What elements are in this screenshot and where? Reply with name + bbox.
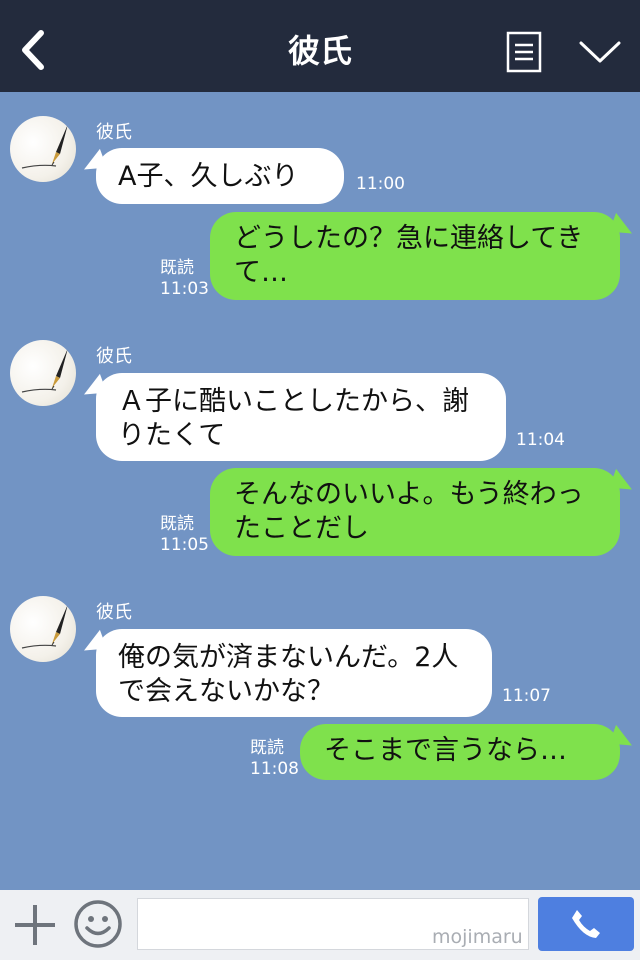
message-text: そんなのいいよ。もう終わったことだし xyxy=(234,479,584,544)
back-button[interactable] xyxy=(8,22,56,78)
message-time: 11:00 xyxy=(356,174,405,194)
received-message-bubble[interactable]: Ａ子に酷いことしたから、謝りたくて xyxy=(96,373,506,461)
read-receipt: 既読 11:08 xyxy=(250,738,299,780)
message-time: 11:04 xyxy=(516,430,565,450)
read-receipt: 既読 11:05 xyxy=(160,514,209,556)
chevron-left-icon xyxy=(22,30,44,70)
message-text: Ａ子に酷いことしたから、謝りたくて xyxy=(118,386,469,451)
message-text: 俺の気が済まないんだ。2人で会えないかな？ xyxy=(118,642,459,707)
sent-message-bubble[interactable]: どうしたの？急に連絡してきて… xyxy=(210,212,620,300)
message-time: 11:05 xyxy=(160,535,209,555)
message-time: 11:07 xyxy=(502,686,551,706)
read-label: 既読 xyxy=(160,258,194,278)
sender-name: 彼氏 xyxy=(96,346,132,367)
message-time: 11:03 xyxy=(160,279,209,299)
plus-icon xyxy=(15,905,55,945)
sent-message-bubble[interactable]: そこまで言うなら… xyxy=(300,724,620,780)
read-label: 既読 xyxy=(250,738,284,758)
fountain-pen-icon xyxy=(21,124,68,169)
message-text: A子、久しぶり xyxy=(118,161,299,192)
avatar[interactable] xyxy=(10,596,76,662)
sender-name: 彼氏 xyxy=(96,602,132,623)
read-receipt: 既読 11:03 xyxy=(160,258,209,300)
document-list-icon xyxy=(506,31,542,73)
chat-header: 彼氏 xyxy=(0,0,640,92)
menu-button[interactable] xyxy=(500,26,548,78)
chevron-down-icon xyxy=(579,41,621,63)
message-text: そこまで言うなら… xyxy=(324,735,567,766)
message-time: 11:08 xyxy=(250,759,299,779)
avatar[interactable] xyxy=(10,340,76,406)
received-message-bubble[interactable]: A子、久しぶり xyxy=(96,148,344,204)
call-button[interactable] xyxy=(538,897,634,951)
fountain-pen-icon xyxy=(21,604,68,649)
message-text: どうしたの？急に連絡してきて… xyxy=(234,223,584,288)
avatar[interactable] xyxy=(10,116,76,182)
dropdown-button[interactable] xyxy=(572,26,628,78)
fountain-pen-icon xyxy=(21,348,68,393)
smiley-icon xyxy=(74,900,122,948)
plus-button[interactable] xyxy=(12,900,58,950)
received-message-bubble[interactable]: 俺の気が済まないんだ。2人で会えないかな？ xyxy=(96,629,492,717)
sender-name: 彼氏 xyxy=(96,122,132,143)
chat-area[interactable]: 彼氏 A子、久しぶり 11:00 既読 11:03 どうしたの？急に連絡してきて… xyxy=(0,92,640,890)
emoji-button[interactable] xyxy=(72,898,124,950)
message-input[interactable] xyxy=(137,898,529,950)
read-label: 既読 xyxy=(160,514,194,534)
phone-icon xyxy=(572,910,600,938)
sent-message-bubble[interactable]: そんなのいいよ。もう終わったことだし xyxy=(210,468,620,556)
